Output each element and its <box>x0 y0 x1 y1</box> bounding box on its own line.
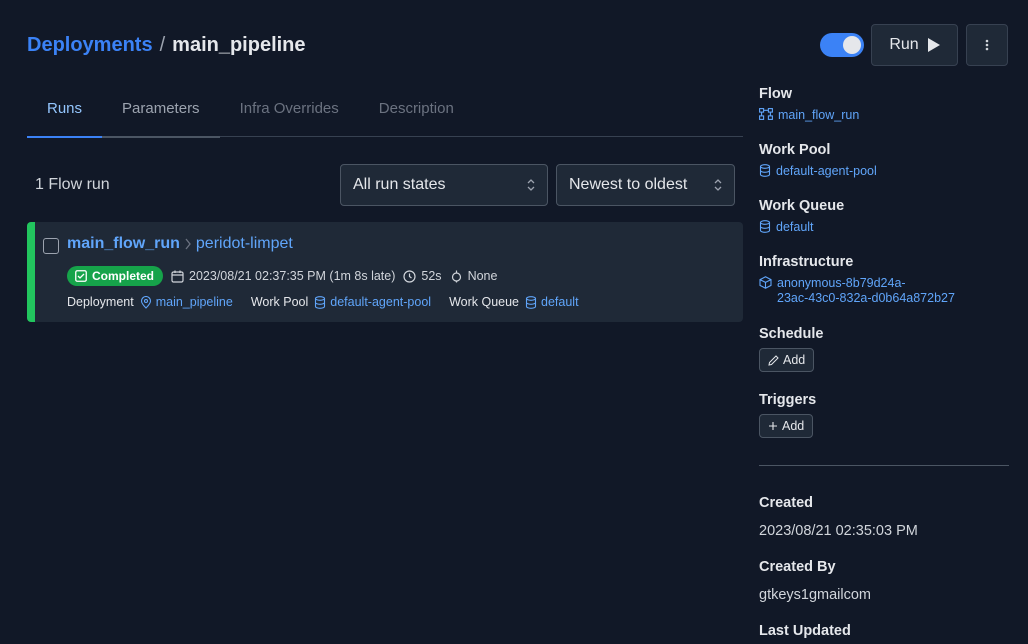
sort-value: Newest to oldest <box>569 176 688 193</box>
work-pool-heading: Work Pool <box>759 142 831 158</box>
flow-section: Flow main_flow_run <box>759 86 1009 122</box>
add-trigger-button[interactable]: Add <box>759 414 814 438</box>
work-queue-heading: Work Queue <box>759 198 845 214</box>
created-section: Created 2023/08/21 02:35:03 PM <box>759 495 1009 539</box>
flow-run-count: 1 Flow run <box>35 176 110 193</box>
deployment-link[interactable]: main_pipeline <box>140 295 233 309</box>
work-queue-section: Work Queue default <box>759 198 1009 234</box>
duration: 52s <box>403 269 442 283</box>
work-pool-link[interactable]: default-agent-pool <box>314 295 431 309</box>
flow-link[interactable]: main_flow_run <box>759 108 1009 122</box>
work-pool-label: Work Pool <box>250 295 309 309</box>
work-queue-link[interactable]: default <box>525 295 579 309</box>
work-queue-name: default <box>776 220 814 234</box>
infrastructure-section: Infrastructure anonymous-8b79d24a- 23ac-… <box>759 254 1009 306</box>
deployment-label: Deployment <box>67 295 134 309</box>
pencil-icon <box>768 354 779 366</box>
infrastructure-name: anonymous-8b79d24a- 23ac-43c0-832a-d0b64… <box>777 276 955 306</box>
work-queue-label: Work Queue <box>449 295 520 309</box>
database-icon <box>314 295 326 309</box>
flow-run-card[interactable]: main_flow_run peridot-limpet Completed 2… <box>27 222 743 322</box>
start-time: 2023/08/21 02:37:35 PM (1m 8s late) <box>171 269 395 283</box>
infrastructure-name-line2: 23ac-43c0-832a-d0b64a872b27 <box>777 291 955 305</box>
schedule-toggle[interactable] <box>820 33 864 57</box>
start-time-value: 2023/08/21 02:37:35 PM (1m 8s late) <box>189 269 396 283</box>
cube-icon <box>759 276 772 289</box>
run-button[interactable]: Run <box>871 24 958 66</box>
status-badge: Completed <box>67 266 164 286</box>
last-updated-heading: Last Updated <box>759 623 851 639</box>
triggers-section: Triggers Add <box>759 392 1009 438</box>
tab-runs[interactable]: Runs <box>27 90 103 138</box>
schedule-heading: Schedule <box>759 326 824 342</box>
flow-run-checkbox[interactable] <box>43 238 59 254</box>
task-runs-value: None <box>467 269 498 283</box>
flow-run-meta: Completed 2023/08/21 02:37:35 PM (1m 8s … <box>67 266 497 286</box>
updown-chevron-icon <box>714 179 722 191</box>
infrastructure-link[interactable]: anonymous-8b79d24a- 23ac-43c0-832a-d0b64… <box>759 276 1009 306</box>
runs-toolbar: 1 Flow run All run states Newest to olde… <box>27 164 743 206</box>
tab-infra-overrides[interactable]: Infra Overrides <box>220 90 359 137</box>
task-node-icon <box>450 270 463 283</box>
flow-name: main_flow_run <box>778 108 860 122</box>
run-state-filter-value: All run states <box>353 176 446 193</box>
toggle-knob <box>843 36 861 54</box>
more-options-button[interactable] <box>966 24 1008 66</box>
infrastructure-name-line1: anonymous-8b79d24a- <box>777 276 906 290</box>
flow-run-title: main_flow_run peridot-limpet <box>67 235 293 253</box>
status-color-bar <box>27 222 35 322</box>
work-pool-section: Work Pool default-agent-pool <box>759 142 1009 178</box>
page-title: main_pipeline <box>172 34 306 56</box>
play-icon <box>927 38 940 52</box>
database-icon <box>759 164 771 177</box>
run-state-filter-select[interactable]: All run states <box>340 164 548 206</box>
infrastructure-heading: Infrastructure <box>759 254 854 270</box>
flow-heading: Flow <box>759 86 793 102</box>
flow-name-link[interactable]: main_flow_run <box>67 235 180 253</box>
sidebar-divider <box>759 465 1009 466</box>
work-queue-name: default <box>541 295 579 309</box>
chevron-right-icon <box>184 238 192 250</box>
calendar-icon <box>171 270 184 283</box>
deployment-name: main_pipeline <box>155 295 233 309</box>
add-trigger-label: Add <box>782 419 805 433</box>
schedule-section: Schedule Add <box>759 326 1009 372</box>
task-runs: None <box>450 269 498 283</box>
sort-select[interactable]: Newest to oldest <box>556 164 735 206</box>
plus-icon <box>768 421 778 431</box>
duration-value: 52s <box>421 269 442 283</box>
work-queue-link[interactable]: default <box>759 220 1009 234</box>
flow-run-name-link[interactable]: peridot-limpet <box>196 235 293 253</box>
last-updated-section: Last Updated <box>759 623 1009 644</box>
created-heading: Created <box>759 495 813 511</box>
triggers-heading: Triggers <box>759 392 817 408</box>
created-by-section: Created By gtkeys1gmailcom <box>759 559 1009 603</box>
run-button-label: Run <box>889 36 919 53</box>
add-schedule-button[interactable]: Add <box>759 348 815 372</box>
status-label: Completed <box>92 269 155 283</box>
updown-chevron-icon <box>527 179 535 191</box>
database-icon <box>525 295 537 309</box>
breadcrumb-separator: / <box>159 34 166 56</box>
work-pool-name: default-agent-pool <box>330 295 432 309</box>
vertical-dots-icon <box>985 39 989 51</box>
created-value: 2023/08/21 02:35:03 PM <box>759 523 918 539</box>
breadcrumb-deployments-link[interactable]: Deployments <box>27 32 153 58</box>
database-icon <box>759 220 771 233</box>
work-pool-link[interactable]: default-agent-pool <box>759 164 1009 178</box>
location-pin-icon <box>140 295 152 309</box>
created-by-heading: Created By <box>759 559 836 575</box>
flow-graph-icon <box>759 108 773 120</box>
flow-run-info: Deployment main_pipeline Work Pool defau… <box>67 295 591 309</box>
tab-parameters[interactable]: Parameters <box>102 90 220 138</box>
tab-description[interactable]: Description <box>359 90 474 137</box>
created-by-value: gtkeys1gmailcom <box>759 587 872 603</box>
tab-bar: Runs Parameters Infra Overrides Descript… <box>27 90 743 138</box>
clock-icon <box>403 269 417 283</box>
check-square-icon <box>75 270 87 282</box>
work-pool-name: default-agent-pool <box>776 164 877 178</box>
page-header: Deployments / main_pipeline Run <box>27 24 1008 66</box>
add-schedule-label: Add <box>783 353 806 367</box>
